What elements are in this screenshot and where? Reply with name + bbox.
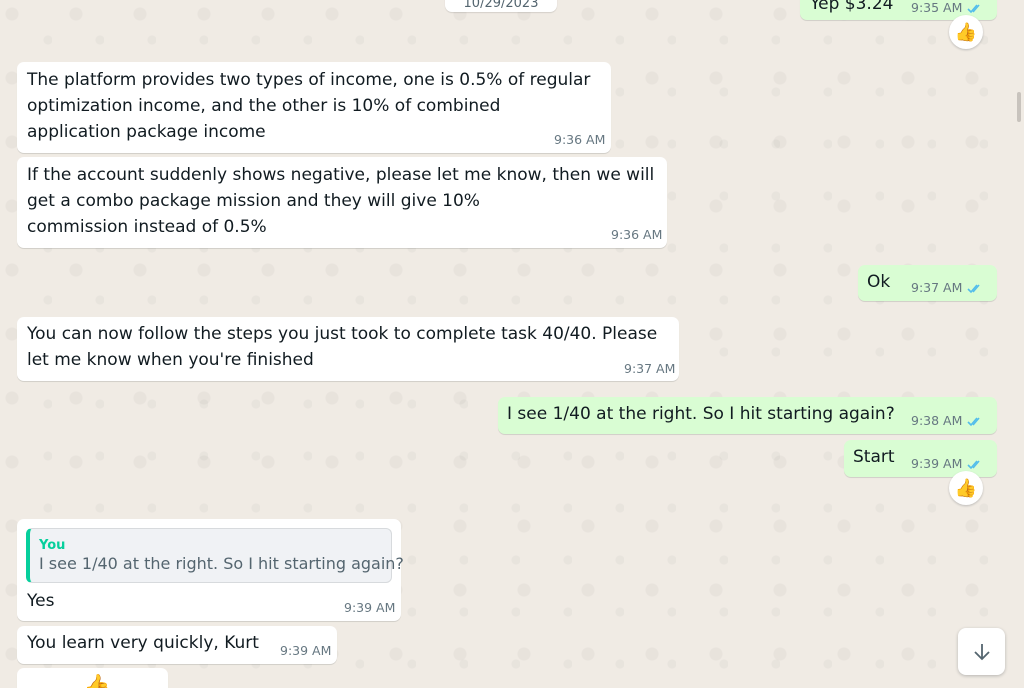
message-text: Start bbox=[853, 447, 895, 467]
message-time: 9:39 AM bbox=[344, 600, 396, 615]
message-time: 9:35 AM bbox=[911, 0, 963, 15]
message-text-line: get a combo package mission and they wil… bbox=[27, 191, 480, 211]
message-text-line: application package income bbox=[27, 122, 266, 142]
thumbs-up-icon: 👍 bbox=[954, 477, 978, 499]
double-check-icon bbox=[967, 417, 980, 427]
message-bubble-outgoing[interactable]: Ok 9:37 AM bbox=[858, 265, 997, 301]
double-check-icon bbox=[967, 284, 980, 294]
thumbs-up-icon: 👍 bbox=[954, 21, 978, 43]
message-time: 9:36 AM bbox=[554, 132, 606, 147]
message-text-line: optimization income, and the other is 10… bbox=[27, 96, 501, 116]
message-text: Ok bbox=[867, 272, 891, 292]
scroll-to-bottom-button[interactable] bbox=[958, 628, 1005, 675]
message-bubble-incoming[interactable]: If the account suddenly shows negative, … bbox=[17, 157, 667, 248]
message-bubble-incoming[interactable]: You learn very quickly, Kurt 9:39 AM bbox=[17, 626, 337, 664]
message-time: 9:37 AM bbox=[911, 280, 963, 295]
quoted-text: I see 1/40 at the right. So I hit starti… bbox=[39, 554, 404, 573]
message-text-line: The platform provides two types of incom… bbox=[27, 70, 591, 90]
message-text: Yep $3.24 bbox=[810, 0, 894, 14]
reaction-badge[interactable]: 👍 bbox=[949, 15, 983, 49]
thumbs-up-icon: 👍 bbox=[83, 674, 111, 688]
message-text: Yes bbox=[27, 591, 55, 611]
message-bubble-incoming[interactable]: You I see 1/40 at the right. So I hit st… bbox=[17, 519, 404, 621]
message-bubble-outgoing[interactable]: Start 9:39 AM bbox=[844, 440, 997, 477]
double-check-icon bbox=[967, 4, 980, 14]
message-text-line: If the account suddenly shows negative, … bbox=[27, 165, 655, 185]
message-timestamp: 9:35 AM bbox=[911, 0, 983, 15]
message-time: 9:39 AM bbox=[280, 643, 332, 658]
message-bubble-incoming[interactable]: You can now follow the steps you just to… bbox=[17, 317, 679, 381]
reaction-badge[interactable]: 👍 bbox=[949, 471, 983, 505]
message-time: 9:39 AM bbox=[911, 456, 963, 471]
message-time: 9:38 AM bbox=[911, 413, 963, 428]
chevron-down-icon bbox=[973, 643, 990, 660]
message-text: I see 1/40 at the right. So I hit starti… bbox=[507, 404, 895, 424]
message-timestamp: 9:39 AM bbox=[911, 456, 983, 471]
message-timestamp: 9:37 AM bbox=[911, 280, 983, 295]
double-check-icon bbox=[967, 460, 980, 470]
message-text-line: commission instead of 0.5% bbox=[27, 217, 267, 237]
message-timestamp: 9:38 AM bbox=[911, 413, 983, 428]
message-text-line: let me know when you're finished bbox=[27, 350, 314, 370]
quoted-message[interactable]: You I see 1/40 at the right. So I hit st… bbox=[26, 528, 404, 583]
scrollbar-thumb[interactable] bbox=[1017, 92, 1021, 122]
message-text: You learn very quickly, Kurt bbox=[27, 633, 259, 653]
message-time: 9:37 AM bbox=[624, 361, 676, 376]
message-text-line: You can now follow the steps you just to… bbox=[27, 324, 658, 344]
message-bubble-incoming[interactable]: The platform provides two types of incom… bbox=[17, 62, 611, 153]
message-time: 9:36 AM bbox=[611, 227, 663, 242]
message-bubble-outgoing[interactable]: I see 1/40 at the right. So I hit starti… bbox=[498, 397, 997, 434]
date-divider: 10/29/2023 bbox=[445, 0, 557, 12]
quoted-author: You bbox=[39, 538, 66, 553]
message-bubble-incoming[interactable]: 👍 bbox=[17, 668, 168, 688]
